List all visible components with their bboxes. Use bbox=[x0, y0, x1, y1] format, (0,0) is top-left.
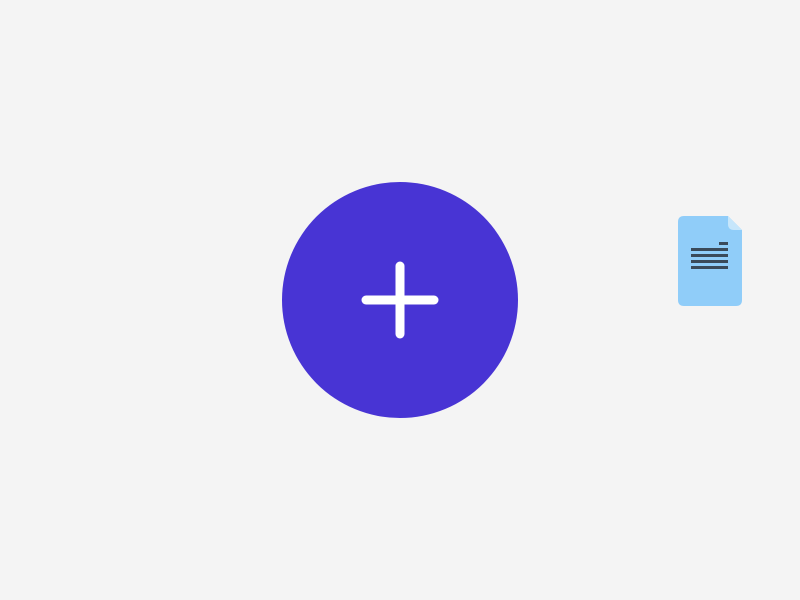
plus-icon bbox=[361, 261, 439, 339]
add-button[interactable] bbox=[282, 182, 518, 418]
canvas bbox=[0, 0, 800, 600]
document-icon[interactable] bbox=[678, 216, 742, 306]
